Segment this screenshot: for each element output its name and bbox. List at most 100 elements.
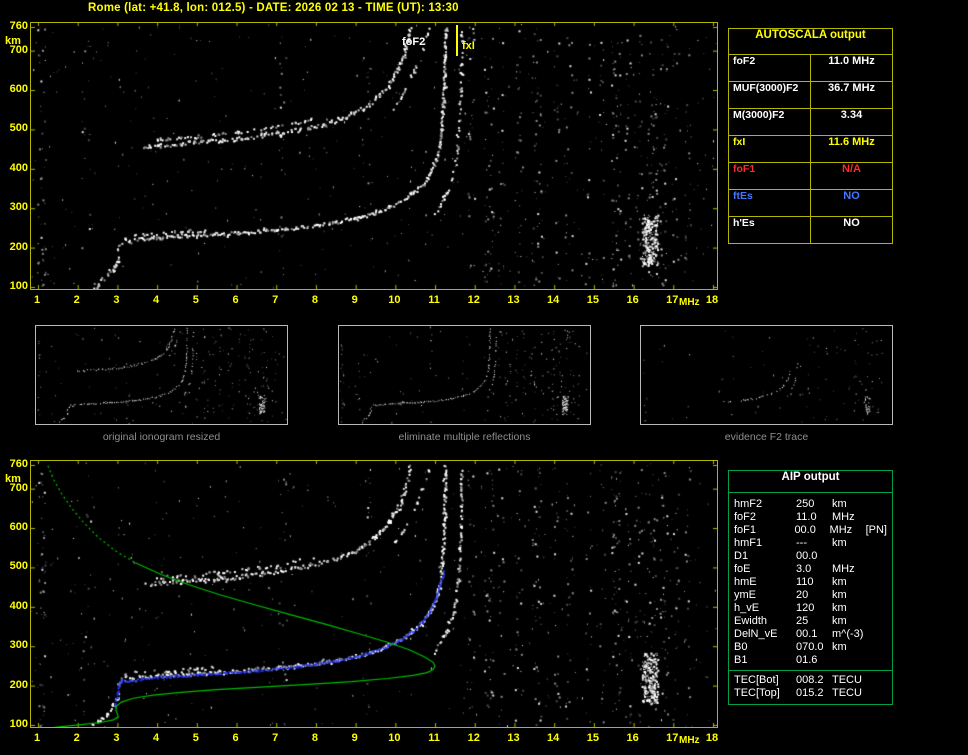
aip-label: TEC[Top]	[734, 687, 780, 699]
autoscala-row-label: foF1	[729, 163, 811, 189]
y-tick-label-bottom: 700	[9, 481, 28, 494]
aip-table-header: AIP output	[729, 471, 892, 493]
aip-row-tectop: TEC[Top] 015.2 TECU	[729, 687, 892, 700]
aip-note: [PN]	[865, 524, 887, 536]
aip-row-hme: hmE 110 km	[729, 576, 892, 589]
aip-unit: MHz	[829, 524, 853, 536]
y-tick-label-bottom: 300	[9, 639, 28, 652]
autoscala-table-header: AUTOSCALA output	[729, 29, 892, 55]
aip-table-rows: hmF2 250 km foF2 11.0 MHz foF1 00.0 MHz [PN] hmF1 -…	[729, 498, 892, 667]
aip-unit: km	[832, 589, 847, 601]
autoscala-window: Rome (lat: +41.8, lon: 012.5) - DATE: 20…	[0, 0, 968, 755]
aip-label: D1	[734, 550, 749, 562]
y-tick-label-bottom: 400	[9, 599, 28, 612]
aip-note	[869, 511, 887, 524]
x-tick-label-bottom: 1	[33, 732, 41, 744]
thumbnail-original-canvas	[36, 326, 287, 424]
autoscala-row-fof1: foF1 N/A	[729, 163, 892, 190]
autoscala-row-value: 36.7 MHz	[827, 82, 876, 94]
autoscala-row-hes: h'Es NO	[729, 217, 892, 243]
aip-row-ewidth: Ewidth 25 km	[729, 615, 892, 628]
page-title: Rome (lat: +41.8, lon: 012.5) - DATE: 20…	[88, 2, 459, 14]
aip-unit: TECU	[832, 674, 862, 686]
x-tick-label-bottom: 15	[586, 732, 599, 744]
aip-row-b1: B1 01.6	[729, 654, 892, 667]
x-tick-label-top: 10	[388, 294, 401, 306]
x-tick-label-bottom: 12	[467, 732, 480, 744]
autoscala-row-fof2: foF2 11.0 MHz	[729, 55, 892, 82]
ionogram-panel-top: foF2 fxI	[30, 22, 718, 290]
aip-value: ---	[796, 537, 807, 549]
y-tick-label-bottom: 200	[9, 678, 28, 691]
autoscala-row-label: M(3000)F2	[729, 109, 811, 135]
aip-note	[869, 563, 887, 576]
aip-row-delnve: DelN_vE 00.1 m^(-3)	[729, 628, 892, 641]
x-tick-label-bottom: 16	[626, 732, 639, 744]
x-tick-label-top: 12	[467, 294, 480, 306]
x-tick-label-top: 15	[586, 294, 599, 306]
autoscala-row-label: foF2	[729, 55, 811, 81]
x-tick-label-bottom: 4	[153, 732, 160, 744]
x-tick-label-bottom: 5	[192, 732, 199, 744]
autoscala-row-label: fxI	[729, 136, 811, 162]
aip-unit: km	[832, 602, 847, 614]
thumbnail-f2-evidence	[640, 325, 893, 425]
aip-row-yme: ymE 20 km	[729, 589, 892, 602]
aip-label: foF1	[734, 524, 757, 536]
aip-value: 25	[796, 615, 809, 627]
x-tick-label-top: 1	[33, 294, 41, 306]
aip-value: 20	[796, 589, 809, 601]
x-tick-label-bottom: 2	[73, 732, 80, 744]
aip-note	[869, 537, 887, 550]
x-tick-label-top: 3	[113, 294, 120, 306]
autoscala-row-value: NO	[843, 217, 860, 229]
thumbnail-caption-multiples: eliminate multiple reflections	[398, 431, 531, 443]
aip-label: TEC[Bot]	[734, 674, 779, 686]
aip-row-hmf2: hmF2 250 km	[729, 498, 892, 511]
x-tick-label-top: 9	[351, 294, 358, 306]
aip-value: 00.0	[796, 550, 818, 562]
aip-value: 01.6	[796, 654, 818, 666]
aip-label: Ewidth	[734, 615, 768, 627]
aip-note	[869, 628, 887, 641]
thumbnail-f2-canvas	[641, 326, 892, 424]
aip-label: B0	[734, 641, 748, 653]
x-tick-label-top: 17	[666, 294, 679, 306]
autoscala-row-ftes: ftEs NO	[729, 190, 892, 217]
y-tick-label-top: 200	[9, 240, 28, 253]
x-tick-label-top: 4	[153, 294, 160, 306]
x-tick-label-bottom: 17	[666, 732, 679, 744]
x-tick-label-bottom: 18	[705, 732, 719, 744]
autoscala-row-value: 11.0 MHz	[828, 55, 875, 67]
aip-note	[869, 550, 887, 563]
aip-unit: km	[832, 498, 847, 510]
y-tick-label-top: 400	[9, 161, 28, 174]
aip-value: 120	[796, 602, 815, 614]
aip-value: 070.0	[796, 641, 824, 653]
aip-unit	[832, 654, 869, 667]
aip-note	[869, 576, 887, 589]
aip-label: hmE	[734, 576, 757, 588]
x-tick-label-top: 7	[272, 294, 279, 306]
autoscala-table: AUTOSCALA output foF2 11.0 MHz MUF(3000)F2…	[728, 28, 893, 244]
x-tick-label-top: 16	[626, 294, 639, 306]
aip-row-hve: h_vE 120 km	[729, 602, 892, 615]
y-tick-label-top: 100	[9, 280, 28, 292]
x-tick-label-top: 6	[232, 294, 239, 306]
aip-unit: MHz	[832, 511, 855, 523]
autoscala-row-m3000f2: M(3000)F2 3.34	[729, 109, 892, 136]
aip-note	[869, 674, 887, 687]
x-tick-label-top: 11	[428, 294, 440, 306]
aip-row-fof2: foF2 11.0 MHz	[729, 511, 892, 524]
fxi-marker-line	[456, 25, 458, 56]
autoscala-row-label: MUF(3000)F2	[729, 82, 811, 108]
x-tick-label-bottom: 3	[113, 732, 120, 744]
aip-label: h_vE	[734, 602, 760, 614]
x-tick-label-bottom: 7	[272, 732, 279, 744]
autoscala-row-value: NO	[843, 190, 860, 202]
aip-note	[869, 654, 887, 667]
aip-tec-rows: TEC[Bot] 008.2 TECU TEC[Top] 015.2 TECU	[729, 674, 892, 700]
aip-label: B1	[734, 654, 748, 666]
autoscala-table-rows: foF2 11.0 MHz MUF(3000)F2 36.7 MHz M(3000)F2…	[729, 55, 892, 243]
y-tick-label-top: 700	[9, 43, 28, 56]
